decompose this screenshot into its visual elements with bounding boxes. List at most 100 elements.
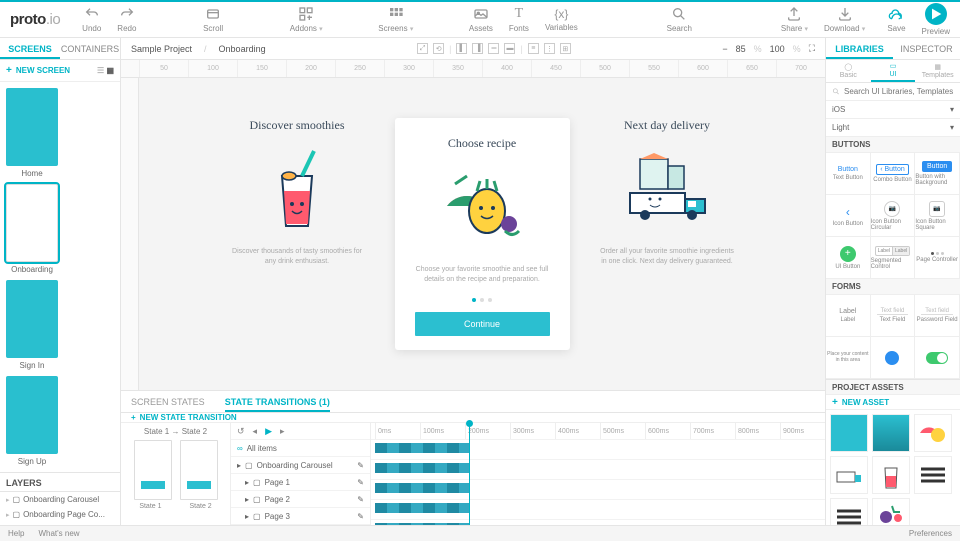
continue-button[interactable]: Continue [415, 312, 550, 336]
asset-thumb[interactable] [914, 414, 952, 452]
timeline-bar[interactable] [375, 483, 469, 493]
screen-thumb-onboarding[interactable]: Onboarding [6, 184, 58, 274]
fullscreen-icon[interactable]: ⛶ [809, 43, 815, 54]
theme-dropdown[interactable]: Light▾ [826, 119, 960, 137]
smoothie-icon [220, 143, 375, 233]
comp-label[interactable]: LabelLabel [826, 295, 871, 337]
lib-templates[interactable]: ▦Templates [915, 60, 960, 82]
comp-textfield[interactable]: Text fieldText Field [871, 295, 916, 337]
new-screen-button[interactable]: +NEW SCREEN ☰ ▦ [0, 60, 120, 82]
zoom-controls[interactable]: −85% 100% ⛶ [722, 43, 815, 54]
slide-1[interactable]: Discover smoothies Discover thousands of… [220, 118, 375, 265]
loop-icon[interactable]: ↺ [237, 426, 245, 437]
comp-text-button[interactable]: ButtonText Button [826, 153, 871, 195]
lib-ui[interactable]: ▭UI [871, 60, 916, 82]
download-button[interactable]: Download ▾ [824, 6, 865, 33]
comp-combo-button[interactable]: ‹ ButtonCombo Button [871, 153, 916, 195]
playhead[interactable] [469, 423, 470, 540]
whatsnew-link[interactable]: What's new [38, 529, 79, 538]
left-panel: SCREENS CONTAINERS +NEW SCREEN ☰ ▦ Home … [0, 38, 121, 540]
comp-icon-circ[interactable]: 📷Icon Button Circular [871, 195, 916, 237]
screens-button[interactable]: Screens ▾ [378, 6, 413, 33]
center-area: Sample Project / Onboarding ⤢⟲| ▌▐═▬ | ≡… [121, 38, 825, 540]
asset-thumb[interactable] [872, 414, 910, 452]
align-tools[interactable]: ⤢⟲| ▌▐═▬ | ≡⋮⊞ [417, 43, 571, 54]
fonts-button[interactable]: TFonts [509, 6, 529, 33]
tree-item[interactable]: ▸▢Page 2✎ [231, 491, 370, 508]
new-asset-button[interactable]: +NEW ASSET [826, 395, 960, 410]
layer-item[interactable]: ▸▢Onboarding Carousel [0, 492, 120, 507]
prev-icon[interactable]: ◂ [253, 426, 258, 437]
comp-icon-sq[interactable]: 📷Icon Button Square [915, 195, 960, 237]
screen-thumb-signup[interactable]: Sign Up [6, 376, 58, 466]
tab-containers[interactable]: CONTAINERS [60, 38, 120, 59]
timeline-bar[interactable] [375, 463, 469, 473]
main-toolbar: proto.io Undo Redo Scroll Addons ▾ Scree… [0, 2, 960, 38]
comp-placeholder[interactable]: Place your content in this area [826, 337, 871, 379]
state-thumb-1[interactable] [134, 440, 172, 500]
slide-2[interactable]: Choose recipe Choose your favorite smoot… [395, 118, 570, 349]
library-search-input[interactable] [844, 87, 954, 96]
view-grid-icon[interactable]: ▦ [106, 66, 114, 75]
layer-item[interactable]: ▸▢Onboarding Page Co... [0, 507, 120, 522]
comp-ui-button[interactable]: +UI Button [826, 237, 871, 279]
tree-item[interactable]: ▸▢Page 3✎ [231, 508, 370, 525]
search-icon [832, 85, 840, 98]
undo-button[interactable]: Undo [82, 6, 101, 33]
comp-page-ctrl[interactable]: Page Controller [915, 237, 960, 279]
screen-thumb-home[interactable]: Home [6, 88, 58, 178]
ruler-vertical [121, 78, 139, 390]
tab-screens[interactable]: SCREENS [0, 38, 60, 59]
comp-segmented[interactable]: LabelLabelSegmented Control [871, 237, 916, 279]
lib-basic[interactable]: ◯Basic [826, 60, 871, 82]
asset-thumb[interactable] [872, 456, 910, 494]
section-forms: FORMS [826, 279, 960, 295]
preferences-link[interactable]: Preferences [909, 529, 952, 538]
project-assets-header: PROJECT ASSETS [826, 379, 960, 395]
timeline-panel: SCREEN STATES STATE TRANSITIONS (1) +NEW… [121, 390, 825, 540]
canvas[interactable]: Discover smoothies Discover thousands of… [139, 78, 825, 390]
breadcrumb-project[interactable]: Sample Project [131, 44, 192, 54]
share-button[interactable]: Share ▾ [781, 6, 808, 33]
redo-button[interactable]: Redo [117, 6, 136, 33]
save-button[interactable]: Save [887, 6, 905, 33]
addons-button[interactable]: Addons ▾ [290, 6, 323, 33]
comp-radio[interactable] [871, 337, 916, 379]
timeline-bar[interactable] [375, 503, 469, 513]
variables-button[interactable]: {x}Variables [545, 7, 578, 32]
view-list-icon[interactable]: ☰ [97, 66, 104, 75]
asset-thumb[interactable] [830, 414, 868, 452]
asset-thumb[interactable] [830, 456, 868, 494]
footer: Help What's new Preferences [0, 525, 960, 541]
slide-3[interactable]: Next day delivery Order all your favorit… [590, 118, 745, 265]
breadcrumb-screen[interactable]: Onboarding [219, 44, 266, 54]
help-link[interactable]: Help [8, 529, 24, 538]
next-icon[interactable]: ▸ [280, 426, 285, 437]
tab-state-transitions[interactable]: STATE TRANSITIONS (1) [225, 391, 330, 412]
search-button[interactable]: Search [667, 6, 692, 33]
assets-button[interactable]: Assets [469, 6, 493, 33]
time-ruler: 0ms100ms200ms300ms400ms500ms600ms700ms80… [371, 423, 825, 440]
timeline-bar[interactable] [375, 443, 469, 453]
new-transition-button[interactable]: +NEW STATE TRANSITION [121, 413, 825, 423]
comp-password[interactable]: Text fieldPassword Field [915, 295, 960, 337]
tree-item[interactable]: ▸▢Onboarding Carousel✎ [231, 457, 370, 474]
logo[interactable]: proto.io [10, 11, 60, 28]
comp-bg-button[interactable]: ButtonButton with Background [915, 153, 960, 195]
scroll-button[interactable]: Scroll [203, 6, 223, 33]
play-icon[interactable]: ▶ [265, 426, 272, 437]
tree-item[interactable]: ▸▢Page 1✎ [231, 474, 370, 491]
tree-all[interactable]: ∞All items [231, 440, 370, 457]
platform-dropdown[interactable]: iOS▾ [826, 101, 960, 119]
preview-button[interactable]: Preview [922, 3, 950, 36]
comp-icon-button[interactable]: ‹Icon Button [826, 195, 871, 237]
tab-screen-states[interactable]: SCREEN STATES [131, 391, 205, 412]
tab-inspector[interactable]: INSPECTOR [893, 38, 960, 59]
recipe-icon [405, 161, 560, 251]
tab-libraries[interactable]: LIBRARIES [826, 38, 893, 59]
state-thumb-2[interactable] [180, 440, 218, 500]
asset-thumb[interactable] [914, 456, 952, 494]
comp-toggle[interactable] [915, 337, 960, 379]
layers-header: LAYERS [0, 472, 120, 492]
screen-thumb-signin[interactable]: Sign In [6, 280, 58, 370]
